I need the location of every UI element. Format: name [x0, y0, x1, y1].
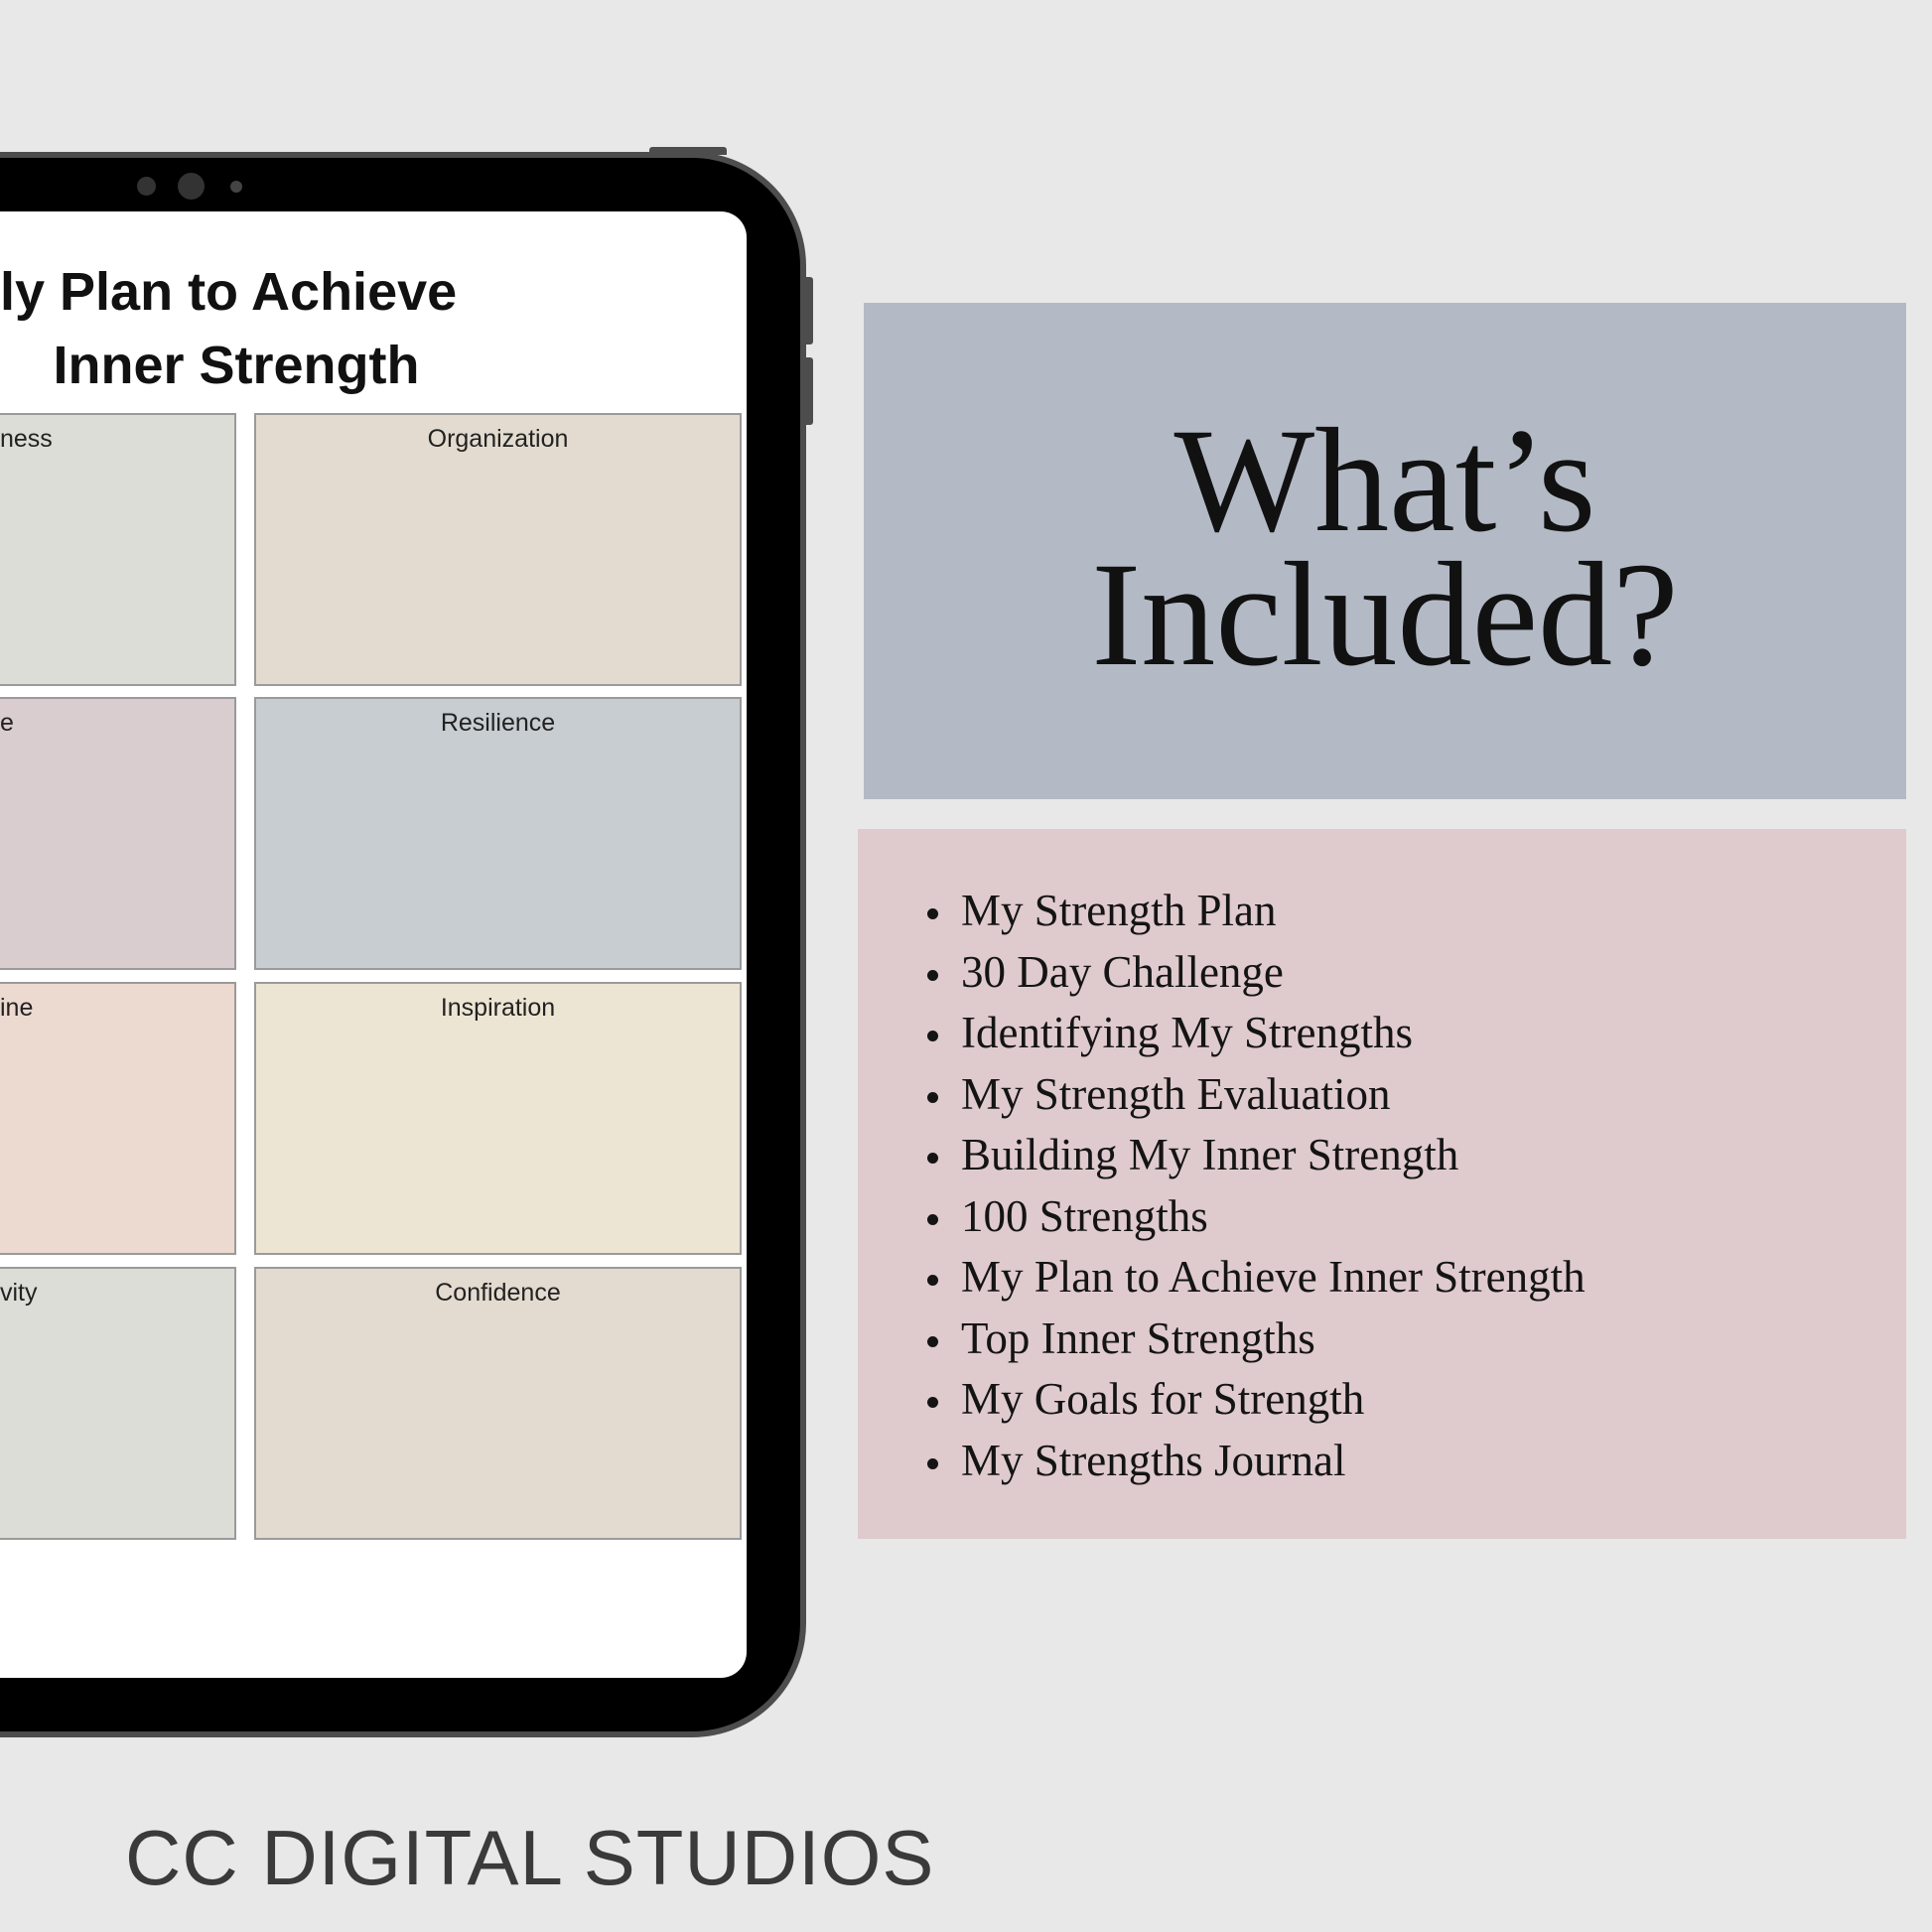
list-item: My Strength Evaluation [923, 1064, 1586, 1126]
plan-box-label: Inspiration [440, 994, 556, 1022]
included-list: My Strength Plan 30 Day Challenge Identify… [923, 881, 1586, 1491]
plan-box-label: vity [0, 1279, 38, 1307]
plan-box[interactable]: Resilience [254, 697, 742, 970]
whats-included-header: What’s Included? [864, 303, 1906, 799]
plan-box[interactable]: Confidence [254, 1267, 742, 1540]
included-list-panel: My Strength Plan 30 Day Challenge Identify… [858, 829, 1906, 1539]
plan-box[interactable]: e [0, 697, 236, 970]
brand-name: CC DIGITAL STUDIOS [125, 1814, 935, 1901]
list-item: My Goals for Strength [923, 1369, 1586, 1431]
plan-box-label: ine [0, 994, 34, 1022]
plan-box[interactable]: ine [0, 982, 236, 1255]
plan-box[interactable]: vity [0, 1267, 236, 1540]
plan-box[interactable]: Inspiration [254, 982, 742, 1255]
camera-icon [178, 173, 205, 200]
list-item: My Strengths Journal [923, 1431, 1586, 1492]
page-title-line1: ly Plan to Achieve [0, 262, 458, 322]
list-item: Building My Inner Strength [923, 1125, 1586, 1186]
page-title-line2: Inner Strength [53, 336, 420, 395]
sensor-icon [137, 177, 156, 196]
heading-line2: Included? [1091, 532, 1679, 697]
tablet-screen: ly Plan to Achieve Inner Strength ness Or… [0, 211, 747, 1678]
list-item: My Strength Plan [923, 881, 1586, 942]
plan-box-label: Organization [427, 425, 569, 453]
plan-box-label: ness [0, 425, 53, 453]
heading-line1: What’s [1173, 398, 1596, 563]
light-sensor-icon [230, 181, 242, 193]
plan-box-label: Confidence [435, 1279, 561, 1307]
plan-box-label: e [0, 709, 14, 737]
list-item: Top Inner Strengths [923, 1309, 1586, 1370]
plan-box[interactable]: Organization [254, 413, 742, 686]
plan-box-label: Resilience [440, 709, 556, 737]
plan-box[interactable]: ness [0, 413, 236, 686]
list-item: My Plan to Achieve Inner Strength [923, 1247, 1586, 1309]
list-item: Identifying My Strengths [923, 1003, 1586, 1064]
list-item: 30 Day Challenge [923, 942, 1586, 1004]
list-item: 100 Strengths [923, 1186, 1586, 1248]
